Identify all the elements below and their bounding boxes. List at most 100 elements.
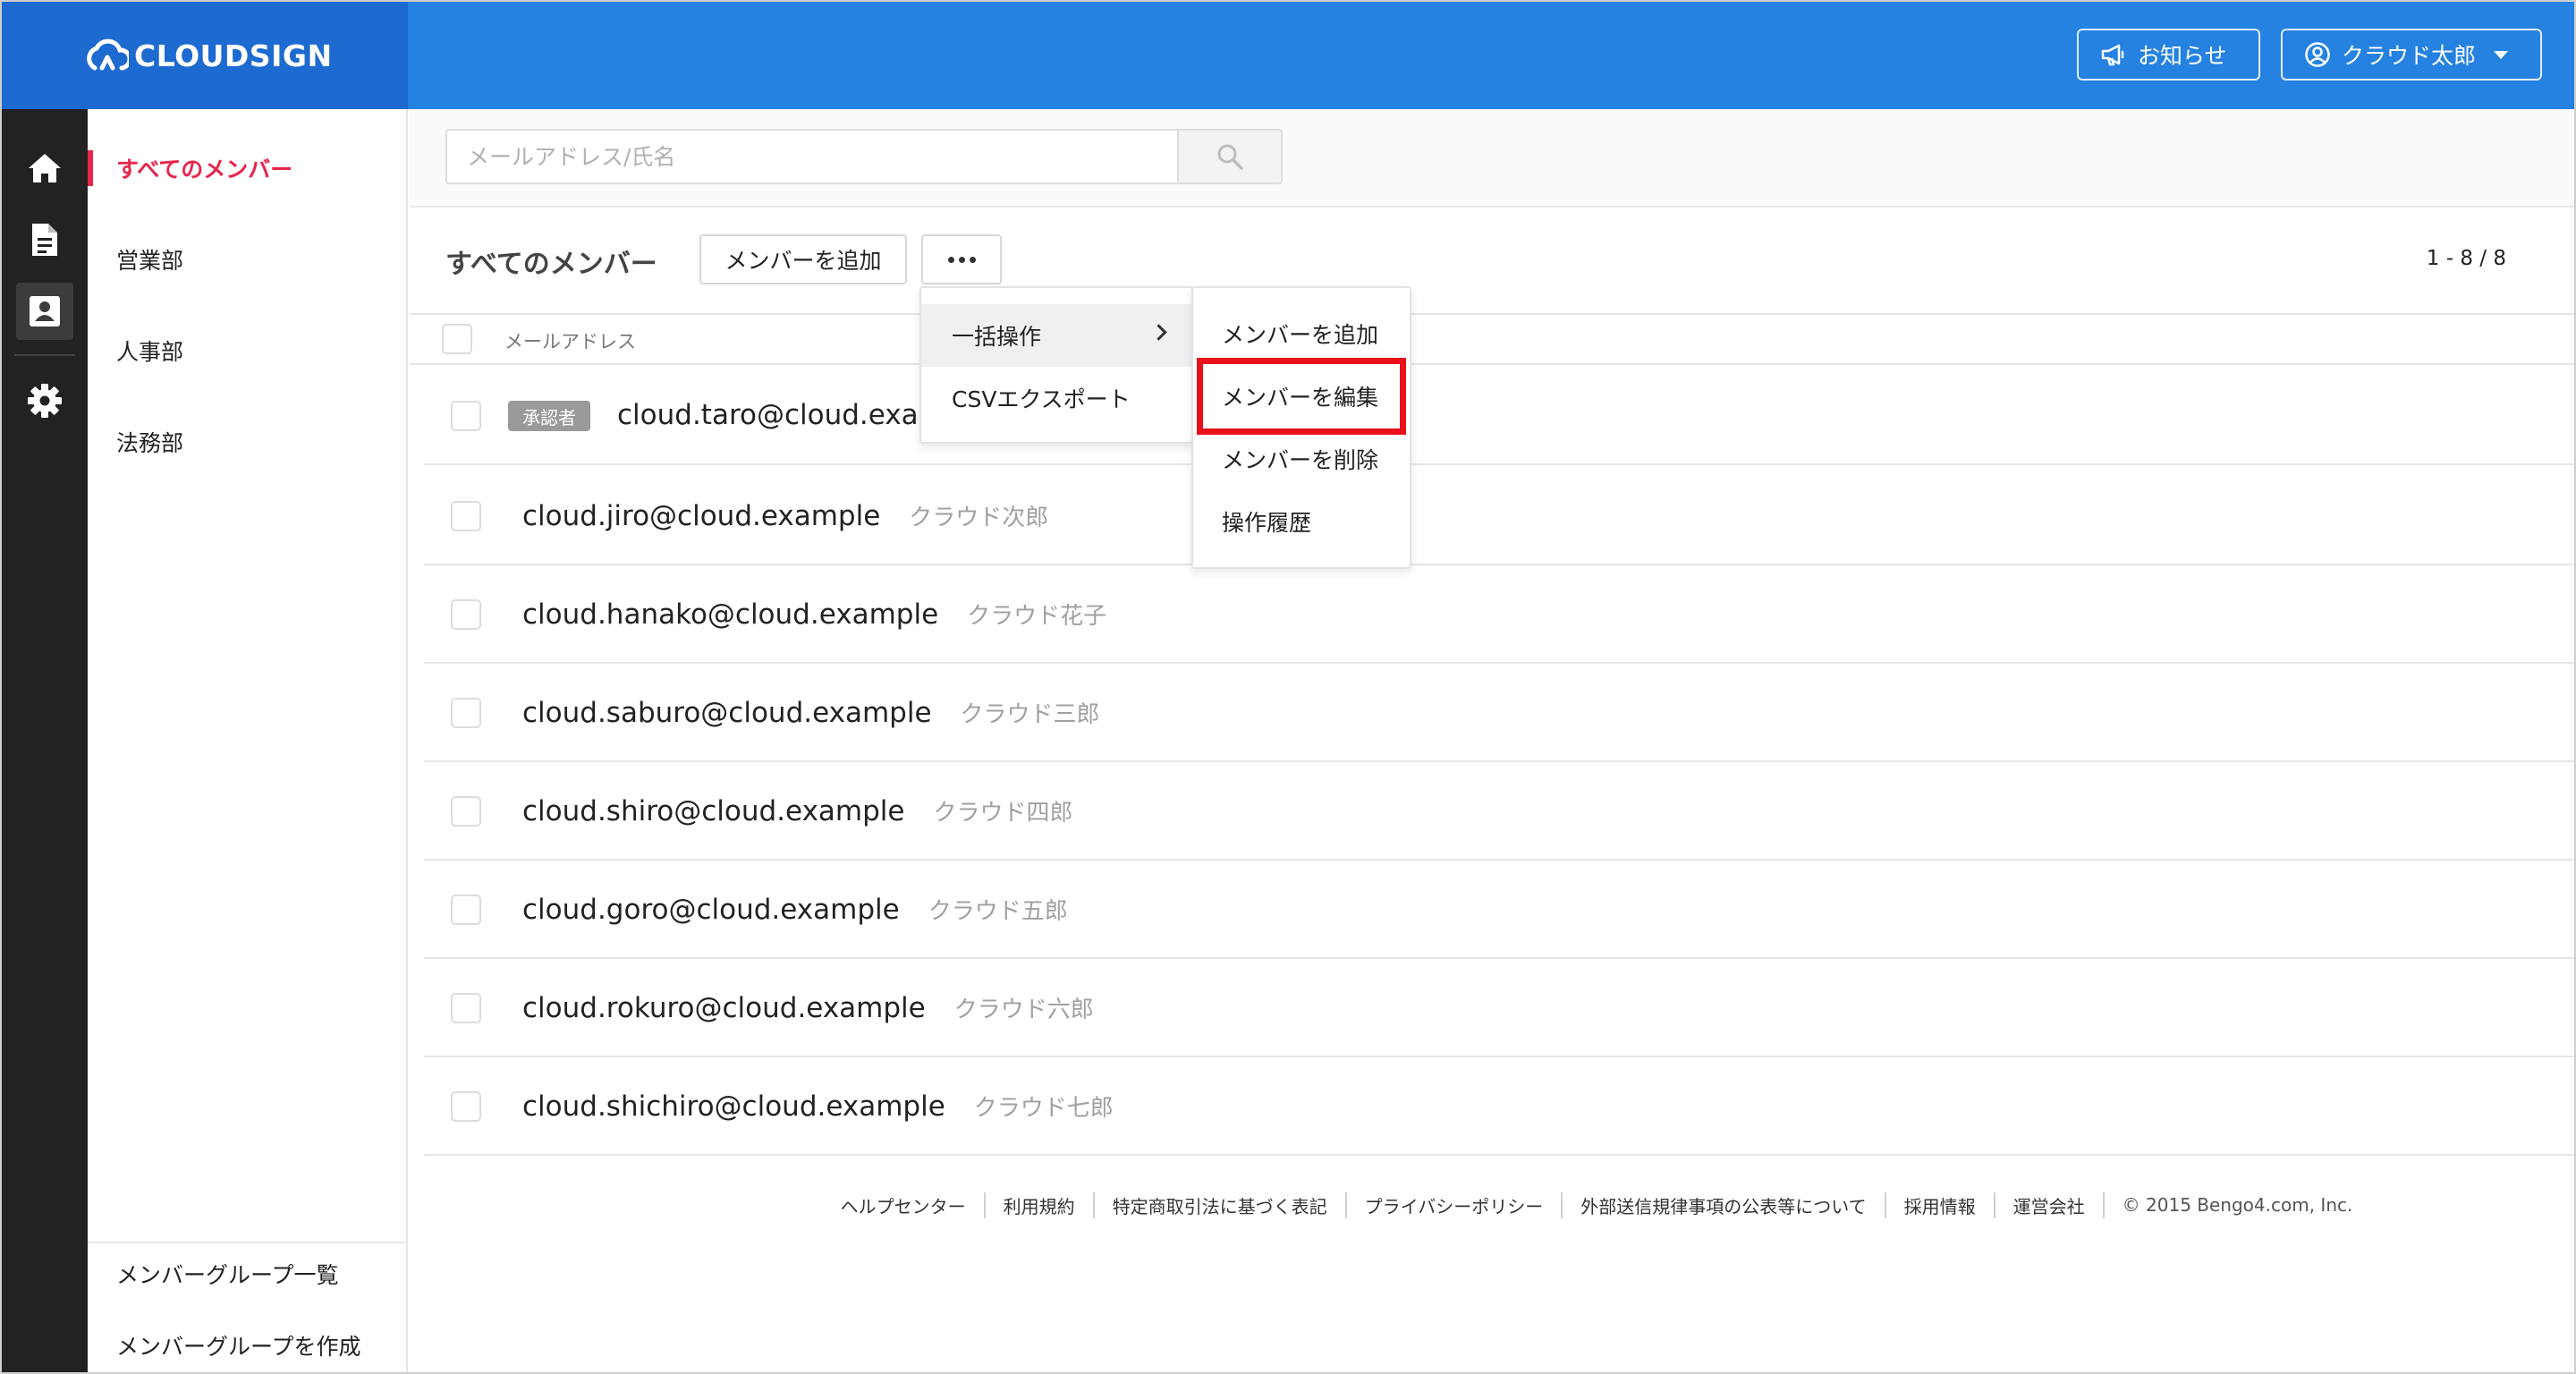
gear-icon [28,384,62,418]
logo[interactable]: CLOUDSIGN [2,2,408,109]
footer-link-careers[interactable]: 採用情報 [1886,1192,1996,1218]
email-text: cloud.rokuro@cloud.example [522,992,926,1024]
email-text: cloud.shiro@cloud.example [522,795,905,827]
member-email: cloud.hanako@cloud.example クラウド花子 [522,598,1106,631]
member-email: cloud.rokuro@cloud.example クラウド六郎 [522,991,1094,1024]
email-text: cloud.saburo@cloud.example [522,697,932,729]
add-member-button[interactable]: メンバーを追加 [699,234,907,284]
ellipsis-icon [969,256,976,263]
user-menu-button[interactable]: クラウド太郎 [2281,29,2542,81]
list-toolbar: すべてのメンバー メンバーを追加 1 - 8 / 8 [410,208,2574,313]
member-name: クラウド五郎 [928,898,1068,925]
megaphone-icon [2101,44,2124,66]
rail-settings[interactable] [16,372,73,429]
row-checkbox[interactable] [451,993,481,1023]
submenu-item-edit-member[interactable]: メンバーを編集 [1193,367,1410,426]
contacts-icon [30,296,60,327]
search-button[interactable] [1177,129,1283,184]
sidebar-item-hr[interactable]: 人事部 [88,324,406,377]
member-name: クラウド花子 [967,603,1107,630]
user-circle-icon [2305,42,2330,67]
email-text: cloud.jiro@cloud.example [522,500,881,532]
row-checkbox[interactable] [451,599,481,630]
table-row[interactable]: cloud.goro@cloud.example クラウド五郎 [424,861,2574,959]
menu-item-bulk-actions[interactable]: 一括操作 [921,304,1191,367]
table-row[interactable]: cloud.hanako@cloud.example クラウド花子 [424,565,2574,664]
rail-documents[interactable] [16,211,73,268]
table-row[interactable]: cloud.shichiro@cloud.example クラウド七郎 [424,1057,2574,1156]
rail-divider [14,354,75,356]
search-bar [410,109,2574,208]
top-header: CLOUDSIGN お知らせ クラウド太郎 [2,2,2574,109]
email-text: cloud.taro@cloud.examp [617,399,963,431]
footer-link-company[interactable]: 運営会社 [1996,1192,2105,1218]
email-text: cloud.goro@cloud.example [522,894,900,926]
table-row[interactable]: cloud.rokuro@cloud.example クラウド六郎 [424,959,2574,1057]
create-member-group-link[interactable]: メンバーグループを作成 [88,1319,406,1372]
footer-link-terms[interactable]: 利用規約 [986,1192,1095,1218]
row-checkbox[interactable] [451,796,481,827]
member-name: クラウド七郎 [973,1095,1114,1122]
table-row[interactable]: cloud.shiro@cloud.example クラウド四郎 [424,762,2574,861]
member-name: クラウド四郎 [933,800,1073,827]
member-email: cloud.saburo@cloud.example クラウド三郎 [522,696,1100,729]
search-icon [1217,144,1243,170]
copyright: © 2015 Bengo4.com, Inc. [2122,1194,2353,1216]
group-sidebar: すべてのメンバー 営業部 人事部 法務部 メンバーグループ一覧 メンバーグループ… [88,109,408,1372]
submenu-item-history[interactable]: 操作履歴 [1193,492,1410,551]
member-name: クラウド三郎 [960,701,1100,728]
email-text: cloud.hanako@cloud.example [522,598,939,631]
search-input[interactable] [445,129,1177,184]
icon-rail [2,109,88,1372]
row-checkbox[interactable] [451,895,481,925]
sidebar-item-sales[interactable]: 営業部 [88,233,406,286]
submenu-item-delete-member[interactable]: メンバーを削除 [1193,429,1410,488]
column-header-email: メールアドレス [504,331,636,352]
member-name: クラウド六郎 [953,997,1094,1023]
row-checkbox[interactable] [451,698,481,728]
menu-item-label: 一括操作 [952,324,1042,350]
sidebar-bottom-links: メンバーグループ一覧 メンバーグループを作成 [88,1242,406,1372]
rail-home[interactable] [16,140,73,197]
footer-link-commerce[interactable]: 特定商取引法に基づく表記 [1095,1192,1347,1218]
page-title: すべてのメンバー [445,249,657,280]
table-row[interactable]: 承認者 cloud.taro@cloud.examp [424,367,2574,465]
sidebar-item-legal[interactable]: 法務部 [88,415,406,469]
member-name: クラウド次郎 [909,505,1049,531]
menu-item-csv-export[interactable]: CSVエクスポート [921,367,1191,429]
ellipsis-icon [947,256,954,263]
footer-link-external-transmission[interactable]: 外部送信規律事項の公表等について [1563,1192,1886,1218]
user-name: クラウド太郎 [2342,43,2477,69]
submenu-item-add-member[interactable]: メンバーを追加 [1193,304,1410,363]
email-text: cloud.shichiro@cloud.example [522,1090,945,1123]
pagination-count: 1 - 8 / 8 [2426,247,2506,270]
table-header: メールアドレス [410,313,2574,365]
row-checkbox[interactable] [451,401,481,431]
ellipsis-icon [958,256,965,263]
notice-button[interactable]: お知らせ [2077,29,2260,81]
more-options-button[interactable] [921,234,1002,284]
member-email: cloud.taro@cloud.examp [617,399,963,431]
home-icon [29,154,61,182]
footer: ヘルプセンター 利用規約 特定商取引法に基づく表記 プライバシーポリシー 外部送… [410,1183,2574,1227]
caret-down-icon [2494,50,2509,59]
sidebar-item-all-members[interactable]: すべてのメンバー [88,141,406,195]
main-content: すべてのメンバー メンバーを追加 1 - 8 / 8 メールアドレス 承認者 c… [410,109,2574,1372]
row-checkbox[interactable] [451,1091,481,1122]
member-email: cloud.goro@cloud.example クラウド五郎 [522,893,1068,926]
member-group-list-link[interactable]: メンバーグループ一覧 [88,1247,406,1301]
select-all-checkbox[interactable] [442,324,472,354]
chevron-right-icon [1150,324,1167,341]
rail-contacts[interactable] [16,283,73,340]
document-icon [32,224,57,256]
approver-badge: 承認者 [508,401,590,431]
member-email: cloud.shiro@cloud.example クラウド四郎 [522,794,1073,827]
table-row[interactable]: cloud.jiro@cloud.example クラウド次郎 [424,467,2574,565]
table-row[interactable]: cloud.saburo@cloud.example クラウド三郎 [424,664,2574,762]
footer-link-help[interactable]: ヘルプセンター [823,1192,986,1218]
notice-label: お知らせ [2138,43,2227,69]
footer-link-privacy[interactable]: プライバシーポリシー [1347,1192,1563,1218]
app-window: CLOUDSIGN お知らせ クラウド太郎 すべてのメンバー 営業部 人事部 法… [0,0,2576,1374]
more-options-menu: 一括操作 CSVエクスポート [919,286,1193,444]
row-checkbox[interactable] [451,501,481,531]
